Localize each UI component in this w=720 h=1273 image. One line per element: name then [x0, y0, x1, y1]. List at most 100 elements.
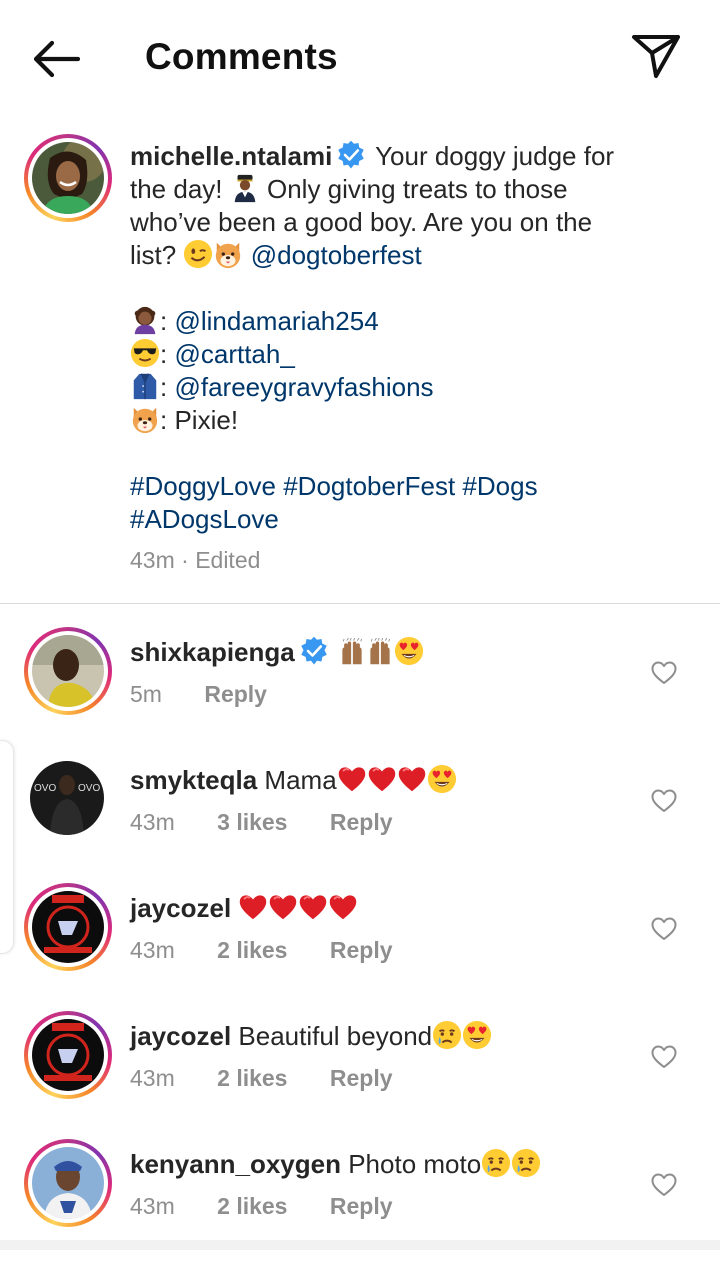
caption-text: the day! — [130, 174, 223, 204]
comment-username[interactable]: jaycozel — [130, 1021, 231, 1051]
reply-button[interactable]: Reply — [330, 809, 393, 835]
likes-count[interactable]: 3 likes — [217, 809, 287, 835]
caption-text: Your doggy judge for — [375, 141, 615, 171]
likes-count[interactable]: 2 likes — [217, 1065, 287, 1091]
hashtag-link[interactable]: #ADogsLove — [130, 504, 279, 534]
comment-username[interactable]: shixkapienga — [130, 637, 295, 667]
comment-body: Beautiful beyond — [238, 1021, 433, 1051]
heart-eyes-emoji — [394, 636, 424, 666]
caption-text: who’ve been a good boy. Are you on the — [130, 207, 593, 237]
mention-link[interactable]: @fareeygravyfashions — [174, 372, 433, 402]
separator: : — [160, 339, 168, 369]
comment-text: jaycozel — [130, 891, 358, 925]
post-caption: michelle.ntalami Your doggy judge for th… — [130, 140, 690, 577]
red-heart-emoji — [328, 892, 358, 922]
page-title: Comments — [145, 36, 338, 77]
credit-text: Pixie! — [174, 405, 239, 435]
comment-text: shixkapienga — [130, 635, 424, 669]
comment-time: 43m — [130, 1193, 175, 1219]
post-author-avatar[interactable] — [24, 134, 112, 222]
likes-count[interactable]: 2 likes — [217, 1193, 287, 1219]
comment-meta: 43m 3 likes Reply — [130, 809, 429, 836]
reply-button[interactable]: Reply — [330, 1065, 393, 1091]
separator: : — [160, 372, 168, 402]
svg-text:OVO: OVO — [78, 783, 100, 794]
raising-hands-emoji — [366, 638, 394, 666]
like-heart-icon[interactable] — [651, 917, 677, 941]
comment-text: smykteqla Mama — [130, 763, 457, 797]
comment-username[interactable]: smykteqla — [130, 765, 257, 795]
coat-emoji — [130, 371, 160, 401]
comment-row: kenyann_oxygen Photo moto 43m 2 likes Re… — [0, 1139, 720, 1273]
heart-eyes-emoji — [427, 764, 457, 794]
commenter-avatar[interactable]: OVO OVO — [30, 761, 104, 835]
comment-row: OVO OVO smykteqla Mama 43m 3 likes Reply — [0, 761, 720, 889]
comment-meta: 43m 2 likes Reply — [130, 937, 429, 964]
verified-badge-icon — [299, 636, 329, 666]
comment-time: 43m — [130, 937, 175, 963]
comment-row: shixkapienga 5m Reply — [0, 627, 720, 761]
comment-text: jaycozel Beautiful beyond — [130, 1019, 492, 1053]
red-heart-emoji — [238, 892, 268, 922]
red-heart-emoji — [397, 764, 427, 794]
comment-meta: 43m 2 likes Reply — [130, 1193, 429, 1220]
post-meta: 43m · Edited — [130, 544, 690, 577]
arrow-left-icon — [33, 40, 81, 78]
mention-link[interactable]: @carttah_ — [174, 339, 294, 369]
bottom-edge — [0, 1240, 720, 1250]
separator: : — [160, 405, 168, 435]
comment-time: 5m — [130, 681, 162, 707]
dog-face-emoji — [130, 404, 160, 434]
commenter-avatar[interactable] — [24, 627, 112, 715]
raising-hands-emoji — [338, 638, 366, 666]
back-button[interactable] — [28, 34, 84, 84]
red-heart-emoji — [367, 764, 397, 794]
separator: : — [160, 306, 168, 336]
commenter-avatar[interactable] — [24, 1139, 112, 1227]
mention-link[interactable]: @dogtoberfest — [251, 240, 422, 270]
divider — [0, 603, 720, 604]
red-heart-emoji — [268, 892, 298, 922]
reply-button[interactable]: Reply — [330, 1193, 393, 1219]
share-button[interactable] — [630, 31, 682, 81]
avatar — [32, 891, 104, 963]
edge-panel-handle[interactable] — [0, 740, 14, 954]
crying-face-emoji — [432, 1020, 462, 1050]
caption-text: list? — [130, 240, 177, 270]
avatar — [32, 1147, 104, 1219]
comment-body: Mama — [264, 765, 337, 795]
woman-pilot-emoji — [230, 173, 260, 203]
avatar — [32, 1019, 104, 1091]
avatar — [32, 142, 104, 214]
like-heart-icon[interactable] — [651, 789, 677, 813]
dog-face-emoji — [213, 239, 243, 269]
like-heart-icon[interactable] — [651, 1045, 677, 1069]
commenter-avatar[interactable] — [24, 883, 112, 971]
comment-row: jaycozel Beautiful beyond 43m 2 likes Re… — [0, 1011, 720, 1145]
red-heart-emoji — [337, 764, 367, 794]
likes-count[interactable]: 2 likes — [217, 937, 287, 963]
comment-username[interactable]: kenyann_oxygen — [130, 1149, 341, 1179]
commenter-avatar[interactable] — [24, 1011, 112, 1099]
like-heart-icon[interactable] — [651, 661, 677, 685]
comment-username[interactable]: jaycozel — [130, 893, 231, 923]
like-heart-icon[interactable] — [651, 1173, 677, 1197]
post-username[interactable]: michelle.ntalami — [130, 141, 332, 171]
comment-time: 43m — [130, 809, 175, 835]
svg-text:OVO: OVO — [34, 783, 56, 794]
comment-meta: 5m Reply — [130, 681, 303, 708]
sunglasses-face-emoji — [130, 338, 160, 368]
comment-meta: 43m 2 likes Reply — [130, 1065, 429, 1092]
reply-button[interactable]: Reply — [330, 937, 393, 963]
crying-face-emoji — [511, 1148, 541, 1178]
heart-eyes-emoji — [462, 1020, 492, 1050]
red-heart-emoji — [298, 892, 328, 922]
comment-body: Photo moto — [348, 1149, 482, 1179]
reply-button[interactable]: Reply — [204, 681, 267, 707]
hashtag-links[interactable]: #DoggyLove #DogtoberFest #Dogs — [130, 471, 538, 501]
post-time: 43m — [130, 547, 175, 573]
mention-link[interactable]: @lindamariah254 — [174, 306, 378, 336]
top-bar: Comments — [0, 0, 720, 118]
edited-label: · Edited — [181, 547, 261, 573]
comment-row: jaycozel 43m 2 likes Reply — [0, 883, 720, 1017]
